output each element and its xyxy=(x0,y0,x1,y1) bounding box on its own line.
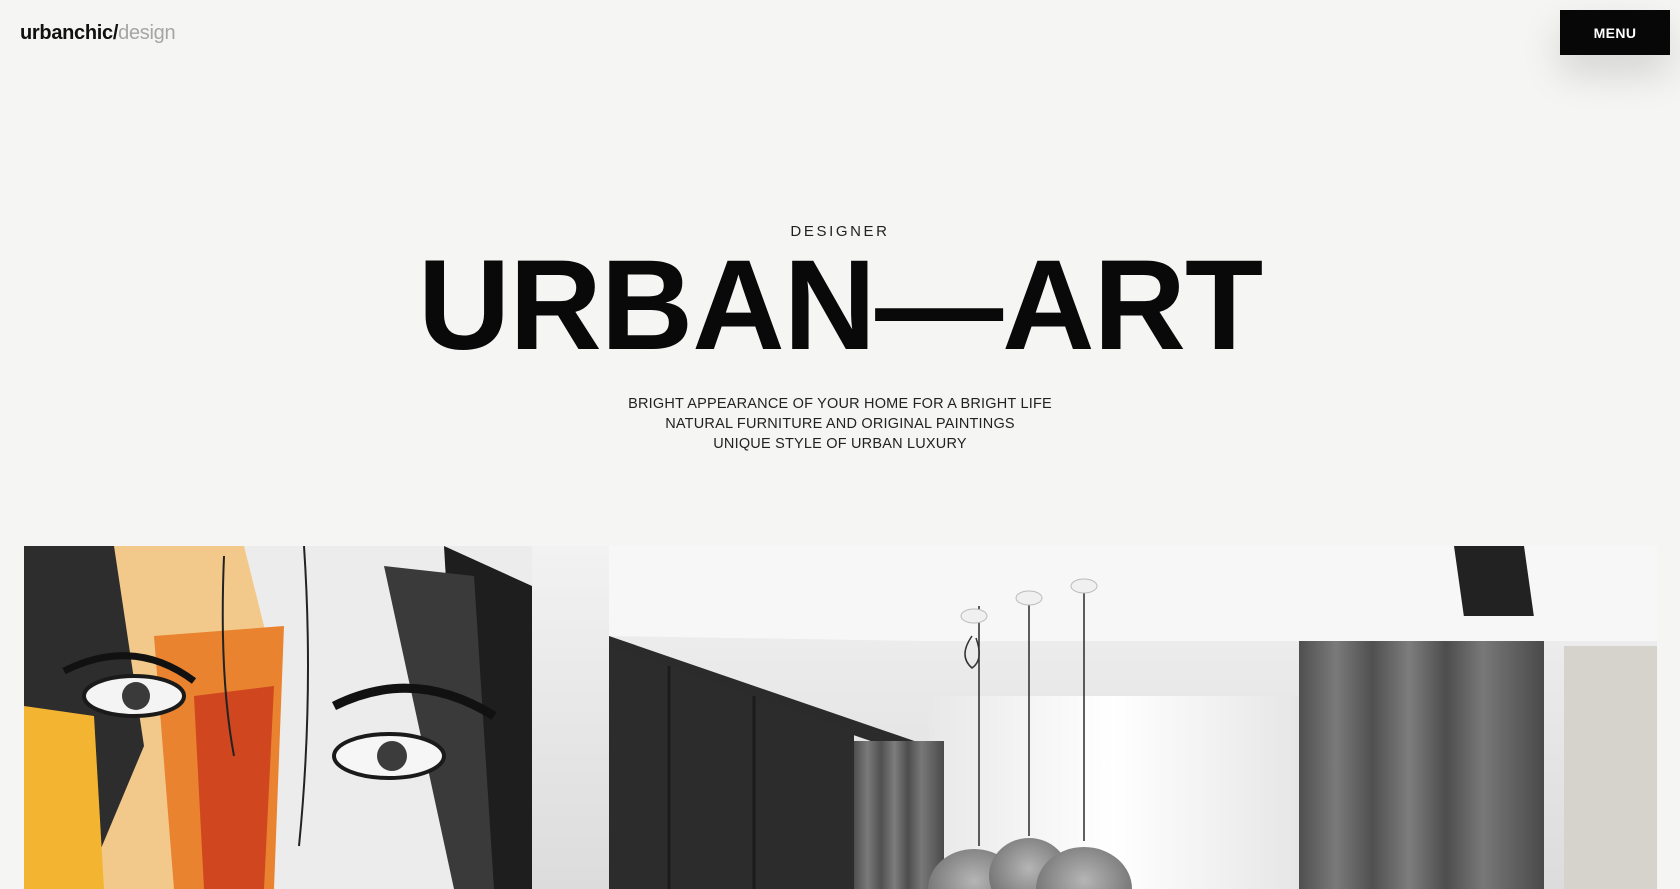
logo-sub: design xyxy=(118,22,176,44)
hero-title: URBAN—ART xyxy=(417,234,1263,377)
tagline-line-1: BRIGHT APPEARANCE OF YOUR HOME FOR A BRI… xyxy=(628,396,1052,412)
tagline-line-2: NATURAL FURNITURE AND ORIGINAL PAINTINGS xyxy=(665,416,1015,432)
menu-button[interactable]: MENU xyxy=(1560,10,1670,55)
logo-main: urbanchic/ xyxy=(20,22,119,44)
abstract-face-painting xyxy=(24,546,532,889)
tagline-line-3: UNIQUE STYLE OF URBAN LUXURY xyxy=(713,436,967,452)
hero-tagline: BRIGHT APPEARANCE OF YOUR HOME FOR A BRI… xyxy=(0,394,1680,454)
logo[interactable]: urbanchic/design xyxy=(20,22,176,45)
hero-image xyxy=(24,546,1657,889)
